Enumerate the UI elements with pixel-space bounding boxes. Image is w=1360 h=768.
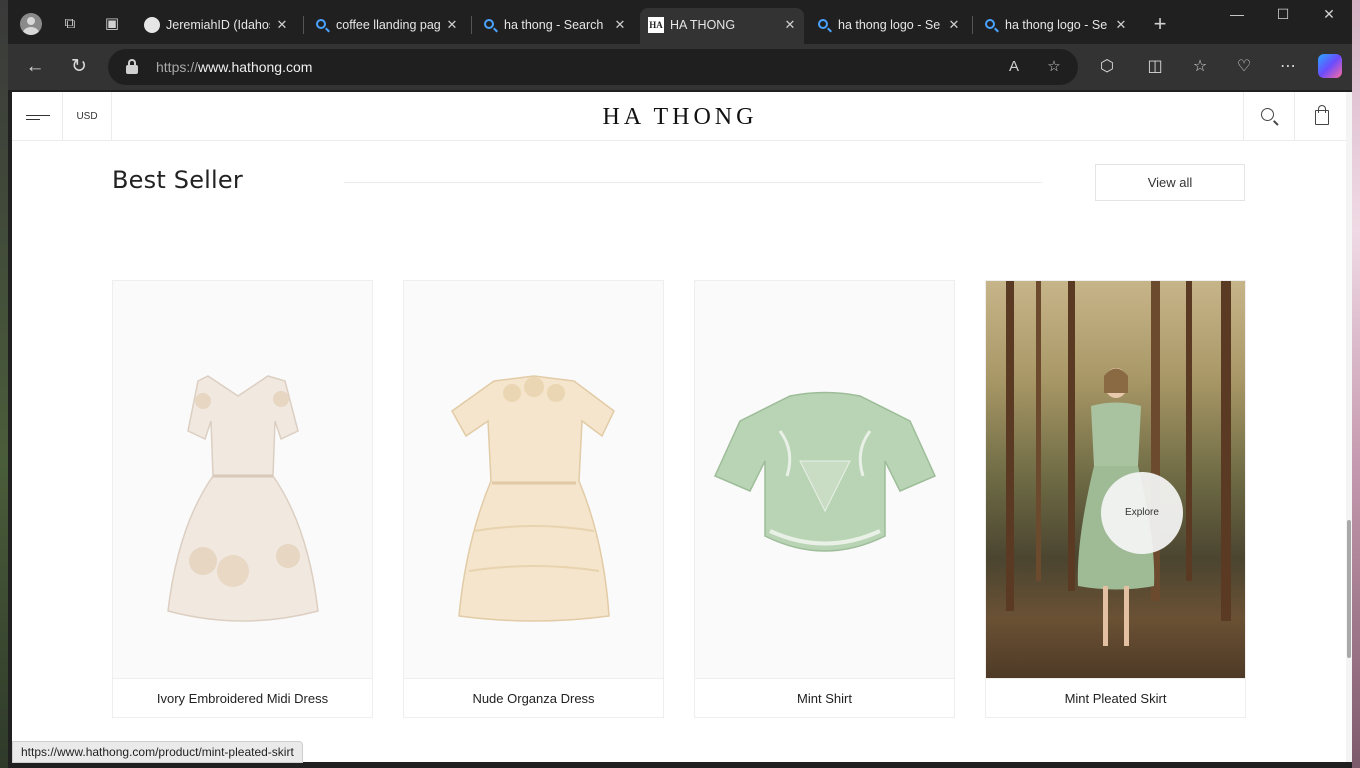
close-tab-icon[interactable]: ✕	[444, 8, 460, 42]
search-icon	[484, 19, 494, 29]
site-logo[interactable]: HA THONG	[582, 92, 778, 141]
profile-avatar-icon[interactable]	[20, 13, 42, 35]
tab-hathong-active[interactable]: HA HA THONG ✕	[640, 8, 804, 48]
address-bar[interactable]: https://www.hathong.com A ☆	[108, 49, 1078, 85]
workspaces-icon[interactable]: ⧉	[60, 14, 80, 34]
tab-bar: ⧉ ▣ JeremiahID (Idahos ✕ coffee llanding…	[8, 0, 1352, 48]
tab-logo-search-2[interactable]: ha thong logo - Se ✕	[975, 8, 1135, 42]
more-options-icon[interactable]: ⋯	[1276, 55, 1300, 79]
read-aloud-icon[interactable]: A	[1004, 57, 1024, 77]
close-tab-icon[interactable]: ✕	[612, 8, 628, 42]
product-card[interactable]: Explore Mint Pleated Skirt	[985, 280, 1246, 718]
page-scrollbar[interactable]	[1346, 92, 1352, 762]
lock-icon[interactable]	[126, 59, 138, 74]
section-title: Best Seller	[112, 166, 243, 194]
tab-title: ha thong logo - Se	[1005, 18, 1108, 32]
product-card[interactable]: Ivory Embroidered Midi Dress	[112, 280, 373, 718]
close-window-icon[interactable]: ✕	[1314, 6, 1344, 23]
maximize-window-icon[interactable]: ☐	[1268, 6, 1298, 23]
tab-title: HA THONG	[670, 18, 736, 32]
product-name[interactable]: Mint Pleated Skirt	[986, 678, 1245, 718]
product-name[interactable]: Nude Organza Dress	[404, 678, 663, 718]
new-tab-button[interactable]: +	[1148, 12, 1172, 36]
search-icon	[316, 19, 326, 29]
product-image[interactable]: Explore	[986, 281, 1245, 678]
tab-coffee-search[interactable]: coffee llanding pag ✕	[306, 8, 466, 42]
tab-logo-search-1[interactable]: ha thong logo - Se ✕	[808, 8, 968, 42]
close-tab-icon[interactable]: ✕	[782, 8, 798, 42]
minimize-window-icon[interactable]: —	[1222, 6, 1252, 22]
site-header: USD HA THONG	[12, 92, 1348, 141]
view-all-button[interactable]: View all	[1095, 164, 1245, 201]
split-screen-icon[interactable]: ◫	[1143, 55, 1167, 79]
shopping-bag-icon[interactable]	[1294, 92, 1348, 141]
web-page: USD HA THONG Best Seller View all Ivory …	[12, 92, 1348, 762]
refresh-icon[interactable]: ↻	[66, 54, 92, 80]
search-icon	[818, 19, 828, 29]
back-arrow-icon[interactable]: ←	[22, 54, 48, 80]
browser-window: ⧉ ▣ JeremiahID (Idahos ✕ coffee llanding…	[8, 0, 1352, 768]
desktop-background-left	[0, 0, 8, 768]
status-bar-url: https://www.hathong.com/product/mint-ple…	[12, 741, 303, 763]
favorite-star-icon[interactable]: ☆	[1044, 57, 1064, 77]
extensions-icon[interactable]: ⬡	[1095, 55, 1119, 79]
vertical-tabs-icon[interactable]: ▣	[102, 14, 122, 34]
tab-title: JeremiahID (Idahos	[166, 18, 270, 32]
currency-selector[interactable]: USD	[63, 92, 112, 141]
close-tab-icon[interactable]: ✕	[946, 8, 962, 42]
product-card[interactable]: Nude Organza Dress	[403, 280, 664, 718]
close-tab-icon[interactable]: ✕	[1113, 8, 1129, 42]
search-icon	[985, 19, 995, 29]
navigation-bar: ← ↻ https://www.hathong.com A ☆ ⬡ ◫ ☆ ♡ …	[8, 44, 1352, 90]
github-icon	[144, 17, 160, 33]
favorites-icon[interactable]: ☆	[1188, 55, 1212, 79]
product-name[interactable]: Ivory Embroidered Midi Dress	[113, 678, 372, 718]
hamburger-menu-icon[interactable]	[12, 92, 63, 141]
tab-title: coffee llanding pag	[336, 18, 440, 32]
section-divider	[344, 182, 1042, 183]
product-card[interactable]: Mint Shirt	[694, 280, 955, 718]
tab-github[interactable]: JeremiahID (Idahos ✕	[136, 8, 296, 42]
tab-title: ha thong - Search	[504, 18, 604, 32]
product-name[interactable]: Mint Shirt	[695, 678, 954, 718]
explore-button[interactable]: Explore	[1101, 472, 1183, 554]
browser-essentials-icon[interactable]: ♡	[1232, 55, 1256, 79]
tab-title: ha thong logo - Se	[838, 18, 941, 32]
url-text: https://www.hathong.com	[156, 59, 313, 75]
site-favicon-icon: HA	[648, 17, 664, 33]
close-tab-icon[interactable]: ✕	[274, 8, 290, 42]
product-image[interactable]	[113, 281, 372, 678]
product-image[interactable]	[404, 281, 663, 678]
product-image[interactable]	[695, 281, 954, 678]
copilot-icon[interactable]	[1318, 54, 1342, 78]
tab-hathong-search[interactable]: ha thong - Search ✕	[474, 8, 634, 42]
search-icon[interactable]	[1243, 92, 1294, 141]
